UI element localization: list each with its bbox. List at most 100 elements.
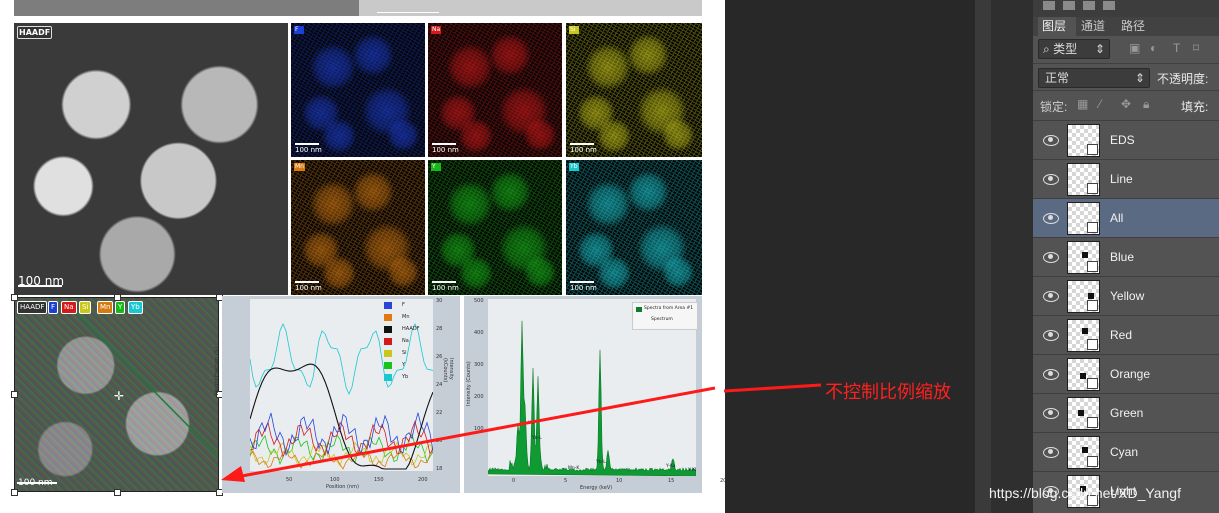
panel-icon[interactable] [1103,1,1115,10]
tile-tag: Yb [569,163,579,171]
layer-thumbnail [1067,124,1100,157]
workspace-background [725,0,975,513]
shape-filter-icon[interactable]: ⌑ [1193,41,1199,55]
collapsed-panel-dock [991,0,1033,513]
panel-icon[interactable] [1043,1,1055,10]
layer-thumbnail [1067,280,1100,313]
transform-handle-bl[interactable] [11,489,18,496]
chevron-updown-icon: ⇕ [1135,69,1145,87]
lock-move-icon[interactable]: ✥ [1121,97,1131,111]
tab-channels[interactable]: 通道 [1081,17,1111,36]
haadf-image: HAADF 100 nm [14,23,288,295]
tile-scale-bar [432,143,456,145]
layer-name: Yellow [1110,289,1144,303]
tile-scale-bar [570,143,594,145]
panel-divider [975,0,991,513]
layer-row[interactable]: All [1033,198,1219,237]
layer-thumbnail [1067,436,1100,469]
blend-row: 正常 ⇕ 不透明度: [1033,63,1219,90]
tile-particle [361,85,413,137]
visibility-eye-icon[interactable] [1043,135,1059,146]
tile-particle [438,93,478,133]
filter-label: 类型 [1053,42,1077,56]
tile-scale-text: 100 nm [570,284,597,292]
lock-brush-icon[interactable]: ⁄ [1099,97,1101,111]
spectrum-ytick: 500 [474,298,484,304]
blend-mode-select[interactable]: 正常 ⇕ [1038,68,1150,88]
top-image-strip [14,0,359,16]
layer-row[interactable]: Line [1033,159,1219,198]
tile-scale-text: 100 nm [570,146,597,154]
visibility-eye-icon[interactable] [1043,252,1059,263]
linescan-ytick: 30 [436,298,442,304]
linescan-ytick: 26 [436,354,442,360]
tile-particle [584,180,632,228]
tile-particle [584,43,632,91]
tile-scale-bar [432,281,456,283]
panel-tabs: 图层 通道 路径 [1033,17,1219,36]
visibility-eye-icon[interactable] [1043,330,1059,341]
tile-particle [576,230,616,270]
lock-label: 锁定: [1040,98,1067,115]
transform-handle-b[interactable] [114,489,121,496]
layer-name: Blue [1110,250,1134,264]
tile-particle [498,85,550,137]
transform-handle-tl[interactable] [11,294,18,301]
tile-particle [488,33,532,77]
linescan-legend-label: Na [402,338,409,344]
blend-mode-value: 正常 [1045,71,1069,85]
document-canvas[interactable]: HAADF 100 nm F 100 nm Na 100 nm Si 100 n… [0,0,725,513]
panel-icon[interactable] [1083,1,1095,10]
thumbnail-content [1080,373,1086,379]
opacity-label: 不透明度: [1157,70,1208,87]
tile-scale-text: 100 nm [295,284,322,292]
lock-all-icon[interactable]: 🔒︎ [1143,97,1149,112]
visibility-eye-icon[interactable] [1043,291,1059,302]
tile-tag: Si [569,26,579,34]
layer-name: EDS [1110,133,1135,147]
linescan-legend-label: F [402,302,405,308]
layer-row[interactable]: EDS [1033,120,1219,159]
tile-particle [446,43,494,91]
transform-bounding-box [14,297,219,492]
linescan-legend-swatch [384,350,392,357]
tile-particle [626,33,670,77]
panel-icon[interactable] [1063,1,1075,10]
layer-row[interactable]: Red [1033,315,1219,354]
visibility-eye-icon[interactable] [1043,213,1059,224]
type-filter-icon[interactable]: T [1173,41,1180,55]
tile-scale-bar [570,281,594,283]
layer-thumbnail [1067,319,1100,352]
adjustment-filter-icon[interactable]: ◐ [1150,41,1157,55]
linescan-legend-swatch [384,302,392,309]
transform-handle-l[interactable] [11,391,18,398]
linescan-legend-swatch [384,326,392,333]
layer-thumbnail [1067,397,1100,430]
layer-name: Green [1110,406,1143,420]
linescan-legend-label: Si [402,350,407,356]
tile-tag: Na [431,26,441,34]
visibility-eye-icon[interactable] [1043,369,1059,380]
visibility-eye-icon[interactable] [1043,447,1059,458]
lock-transparent-icon[interactable]: ▦ [1077,97,1088,111]
smart-object-icon [1087,339,1098,350]
smart-object-icon [1087,222,1098,233]
layer-name: Cyan [1110,445,1138,459]
layer-row[interactable]: Blue [1033,237,1219,276]
tile-particle [438,230,478,270]
layer-row[interactable]: Orange [1033,354,1219,393]
layer-name: Red [1110,328,1132,342]
layer-row[interactable]: Cyan [1033,432,1219,471]
annotation-text-overlay: 不控制比例缩放 [825,378,951,404]
transform-handle-t[interactable] [114,294,121,301]
layer-filter-select[interactable]: ⌕ 类型 ⇕ [1038,39,1110,59]
visibility-eye-icon[interactable] [1043,174,1059,185]
visibility-eye-icon[interactable] [1043,408,1059,419]
layer-row[interactable]: Yellow [1033,276,1219,315]
layer-row[interactable]: Green [1033,393,1219,432]
tile-particle [446,180,494,228]
image-filter-icon[interactable]: ▣ [1129,41,1140,55]
tab-paths[interactable]: 路径 [1121,17,1151,36]
tab-layers[interactable]: 图层 [1038,17,1076,36]
tile-scale-bar [295,143,319,145]
